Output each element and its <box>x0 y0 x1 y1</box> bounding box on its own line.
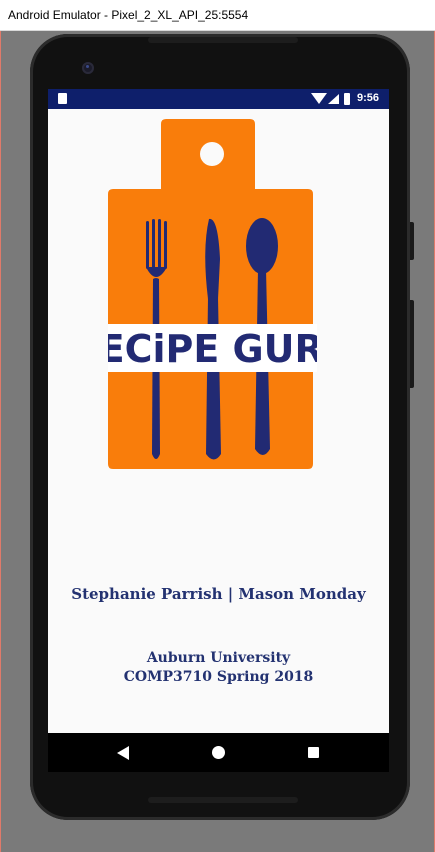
institution-block: Auburn University COMP3710 Spring 2018 <box>48 649 389 687</box>
window-border-left <box>0 31 1 852</box>
recipe-guru-logo: RECiPE GURU <box>108 119 317 469</box>
bottom-speaker <box>148 797 298 803</box>
recents-icon[interactable] <box>308 747 319 758</box>
course-text: COMP3710 Spring 2018 <box>123 669 314 685</box>
institution-text: Auburn University <box>146 650 291 666</box>
battery-icon <box>344 93 350 105</box>
back-icon[interactable] <box>117 746 129 760</box>
logo-text: RECiPE GURU <box>108 327 317 371</box>
signal-icon <box>328 94 339 104</box>
emulator-title-bar: Android Emulator - Pixel_2_XL_API_25:555… <box>0 0 435 31</box>
sd-card-icon <box>58 93 67 104</box>
status-time: 9:56 <box>357 92 380 104</box>
power-button[interactable] <box>410 222 414 260</box>
navigation-bar <box>48 733 389 772</box>
authors-text: Stephanie Parrish | Mason Monday <box>71 585 366 603</box>
status-bar: 9:56 <box>48 89 389 109</box>
wifi-icon <box>311 93 327 104</box>
window-title: Android Emulator - Pixel_2_XL_API_25:555… <box>8 8 249 22</box>
app-screen: 9:56 RECiPE GURU Stephanie Parrish | Mas… <box>48 89 389 772</box>
volume-button[interactable] <box>410 300 414 388</box>
board-hole <box>200 142 224 166</box>
home-icon[interactable] <box>212 746 225 759</box>
top-speaker <box>148 37 298 43</box>
front-camera-icon <box>82 62 94 74</box>
